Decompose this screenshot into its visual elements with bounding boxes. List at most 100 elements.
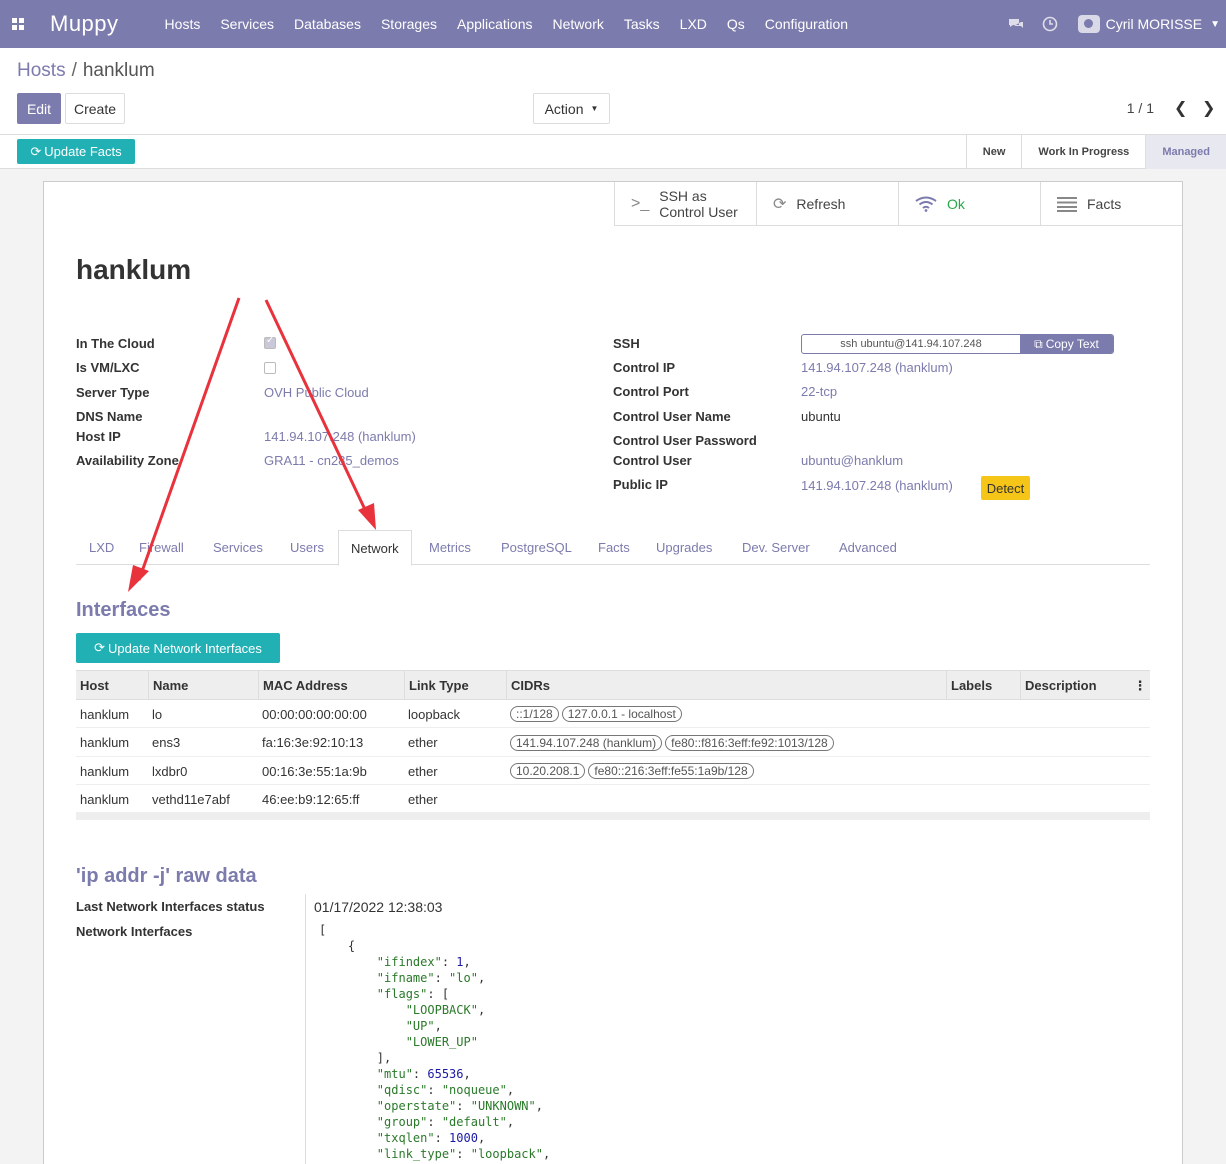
label-availability-zone: Availability Zone (76, 453, 179, 468)
server-type-link[interactable]: OVH Public Cloud (264, 385, 369, 400)
list-icon (1057, 197, 1077, 212)
menu-item-configuration[interactable]: Configuration (765, 16, 848, 32)
menu-item-hosts[interactable]: Hosts (165, 16, 201, 32)
chat-icon[interactable] (1008, 16, 1024, 32)
menu-item-applications[interactable]: Applications (457, 16, 533, 32)
copy-icon: ⧉ (1034, 336, 1043, 351)
user-menu[interactable]: Cyril MORISSE ▼ (1077, 15, 1226, 33)
tab-advanced[interactable]: Advanced (839, 530, 897, 565)
caret-down-icon: ▼ (590, 104, 599, 113)
ssh-copy-field: ssh ubuntu@141.94.107.248 ⧉ Copy Text (801, 334, 1114, 354)
label-dns-name: DNS Name (76, 409, 143, 424)
apps-menu-icon[interactable] (0, 0, 36, 48)
refresh-label: Refresh (796, 196, 846, 212)
status-ok-button[interactable]: Ok (898, 182, 1040, 226)
col-cidrs[interactable]: CIDRs (506, 671, 946, 700)
facts-button[interactable]: Facts (1040, 182, 1182, 226)
column-options-icon[interactable]: ⋮ (1130, 671, 1150, 700)
tab-services[interactable]: Services (213, 530, 263, 565)
cell-link: ether (408, 792, 438, 807)
control-port-link[interactable]: 22-tcp (801, 384, 837, 399)
refresh-button[interactable]: ⟳ Refresh (756, 182, 898, 226)
terminal-icon: >_ (631, 195, 650, 212)
update-facts-label: Update Facts (44, 144, 122, 159)
tab-dev-server[interactable]: Dev. Server (742, 530, 810, 565)
col-link-type[interactable]: Link Type (404, 671, 506, 700)
stage-managed[interactable]: Managed (1145, 135, 1226, 169)
col-mac-address[interactable]: MAC Address (258, 671, 404, 700)
form-sheet: >_ SSH as Control User ⟳ Refresh Ok Fact… (43, 181, 1183, 1164)
breadcrumb-current: hanklum (82, 60, 155, 81)
interfaces-table-footer (76, 812, 1150, 820)
label-host-ip: Host IP (76, 429, 121, 444)
stage-new[interactable]: New (965, 135, 1022, 169)
tab-lxd[interactable]: LXD (89, 530, 114, 565)
cell-host: hanklum (80, 706, 130, 722)
update-network-interfaces-button[interactable]: ⟳ Update Network Interfaces (76, 633, 280, 663)
menu-item-qs[interactable]: Qs (727, 16, 745, 32)
cidr-tag[interactable]: fe80::f816:3eff:fe92:1013/128 (665, 734, 834, 751)
update-facts-button[interactable]: ⟳ Update Facts (17, 139, 135, 164)
cell-mac: 46:ee:b9:12:65:ff (262, 792, 360, 807)
raw-data-divider (305, 894, 306, 1164)
table-row[interactable]: hanklum lo 00:00:00:00:00:00 loopback::1/12… (76, 700, 1150, 728)
brand-name[interactable]: Muppy (50, 11, 119, 37)
tab-upgrades[interactable]: Upgrades (656, 530, 712, 565)
edit-button[interactable]: Edit (17, 93, 61, 124)
breadcrumb: Hosts / hanklum (17, 60, 155, 81)
detect-button[interactable]: Detect (981, 476, 1030, 500)
stage-work-in-progress[interactable]: Work In Progress (1021, 135, 1145, 169)
pager-previous-icon[interactable]: ❮ (1174, 98, 1187, 118)
cidr-tag[interactable]: 10.20.208.1 (510, 763, 586, 779)
label-control-user: Control User (613, 453, 692, 468)
menu-item-network[interactable]: Network (553, 16, 604, 32)
checkbox-in-the-cloud[interactable] (264, 335, 276, 349)
host-ip-link[interactable]: 141.94.107.248 (hanklum) (264, 429, 416, 444)
menu-item-services[interactable]: Services (220, 16, 274, 32)
cidr-tag[interactable]: fe80::216:3eff:fe55:1a9b/128 (588, 763, 754, 779)
cell-link: ether (408, 735, 438, 750)
pager-next-icon[interactable]: ❯ (1202, 98, 1215, 118)
table-row[interactable]: hanklum vethd11e7abf 46:ee:b9:12:65:ff ethe… (76, 786, 1150, 814)
availability-zone-link[interactable]: GRA11 - cn285_demos (264, 453, 399, 468)
action-label: Action (544, 100, 584, 117)
cidr-tag[interactable]: 141.94.107.248 (hanklum) (510, 734, 663, 751)
wifi-icon (915, 196, 937, 212)
create-button[interactable]: Create (65, 93, 125, 124)
checkbox-is-vm[interactable] (264, 362, 276, 374)
menu-item-tasks[interactable]: Tasks (624, 16, 660, 32)
tab-firewall[interactable]: Firewall (139, 530, 184, 565)
ssh-control-user-button[interactable]: >_ SSH as Control User (614, 182, 756, 226)
col-name[interactable]: Name (148, 671, 258, 700)
clock-icon[interactable] (1042, 16, 1058, 32)
button-box: >_ SSH as Control User ⟳ Refresh Ok Fact… (614, 182, 1182, 226)
table-row[interactable]: hanklum lxdbr0 00:16:3e:55:1a:9b ether 10.20… (76, 757, 1150, 785)
col-labels[interactable]: Labels (946, 671, 1020, 700)
cell-host: hanklum (80, 735, 130, 750)
action-dropdown[interactable]: Action ▼ (533, 93, 610, 124)
tab-network[interactable]: Network (338, 530, 412, 566)
col-description[interactable]: Description (1020, 671, 1130, 700)
copy-text-button[interactable]: ⧉ Copy Text (1020, 335, 1113, 353)
cidr-tag[interactable]: 127.0.0.1 - localhost (561, 706, 682, 722)
tab-metrics[interactable]: Metrics (429, 530, 471, 565)
control-ip-link[interactable]: 141.94.107.248 (hanklum) (801, 360, 953, 375)
main-menu: Hosts Services Databases Storages Applicatio… (165, 16, 869, 32)
menu-item-storages[interactable]: Storages (381, 16, 437, 32)
tab-postgresql[interactable]: PostgreSQL (501, 530, 572, 565)
public-ip-link[interactable]: 141.94.107.248 (hanklum) (801, 478, 953, 493)
notebook-tabs: LXD Firewall Services Users Network Metr… (76, 530, 1150, 566)
breadcrumb-parent[interactable]: Hosts (17, 60, 66, 81)
label-control-ip: Control IP (613, 360, 676, 375)
menu-item-databases[interactable]: Databases (294, 16, 361, 32)
table-row[interactable]: hanklum ens3 fa:16:3e:92:10:13 ether 141.94.… (76, 729, 1150, 757)
menu-item-lxd[interactable]: LXD (680, 16, 707, 32)
tab-users[interactable]: Users (290, 530, 324, 565)
cell-cidrs: 10.20.208.1 fe80::216:3eff:fe55:1a9b/128 (506, 757, 757, 785)
label-in-the-cloud: In The Cloud (76, 336, 155, 351)
cidr-tag[interactable]: ::1/128 (510, 706, 559, 722)
control-user-link[interactable]: ubuntu@hanklum (801, 453, 903, 468)
cell-host: hanklum (80, 763, 130, 779)
col-host[interactable]: Host (76, 671, 148, 700)
tab-facts[interactable]: Facts (598, 530, 630, 565)
